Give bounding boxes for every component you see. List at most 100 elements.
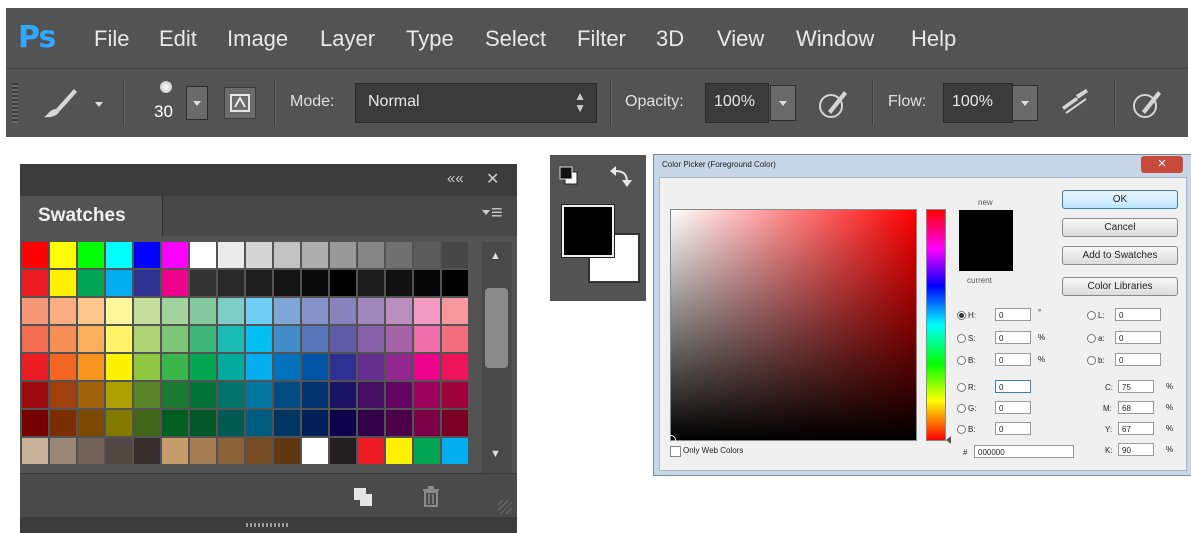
- swatch[interactable]: [302, 326, 328, 352]
- swap-colors-icon[interactable]: [608, 163, 634, 189]
- brush-size-dropdown[interactable]: [186, 86, 208, 120]
- swatch[interactable]: [442, 438, 468, 464]
- swatch[interactable]: [50, 298, 76, 324]
- g-input[interactable]: 0: [995, 401, 1031, 414]
- swatch[interactable]: [50, 326, 76, 352]
- radio-l[interactable]: [1087, 311, 1096, 320]
- swatch[interactable]: [302, 298, 328, 324]
- c-input[interactable]: 75: [1118, 380, 1154, 393]
- swatch[interactable]: [106, 410, 132, 436]
- swatch[interactable]: [218, 242, 244, 268]
- dock-grip[interactable]: [246, 523, 290, 527]
- swatch[interactable]: [358, 382, 384, 408]
- swatch[interactable]: [330, 326, 356, 352]
- opacity-dropdown[interactable]: [770, 85, 796, 121]
- mode-select[interactable]: Normal ▲ ▼: [355, 83, 597, 123]
- m-input[interactable]: 68: [1118, 401, 1154, 414]
- add-to-swatches-button[interactable]: Add to Swatches: [1062, 246, 1178, 265]
- swatch[interactable]: [274, 242, 300, 268]
- swatch[interactable]: [78, 326, 104, 352]
- swatch[interactable]: [218, 438, 244, 464]
- y-input[interactable]: 67: [1118, 422, 1154, 435]
- swatch[interactable]: [246, 382, 272, 408]
- foreground-color-swatch[interactable]: [561, 204, 615, 258]
- swatch[interactable]: [218, 270, 244, 296]
- resize-grip-icon[interactable]: [498, 500, 512, 514]
- swatch[interactable]: [330, 438, 356, 464]
- menu-filter[interactable]: Filter: [577, 26, 626, 52]
- swatch[interactable]: [442, 242, 468, 268]
- swatch[interactable]: [218, 298, 244, 324]
- swatch[interactable]: [442, 270, 468, 296]
- k-input[interactable]: 90: [1118, 443, 1154, 456]
- swatch[interactable]: [190, 438, 216, 464]
- swatch[interactable]: [386, 270, 412, 296]
- swatch[interactable]: [274, 298, 300, 324]
- default-colors-icon[interactable]: [558, 165, 580, 187]
- swatch[interactable]: [386, 438, 412, 464]
- radio-lab-b[interactable]: [1087, 356, 1096, 365]
- swatch[interactable]: [190, 298, 216, 324]
- swatch[interactable]: [386, 326, 412, 352]
- swatch[interactable]: [274, 438, 300, 464]
- swatch[interactable]: [442, 354, 468, 380]
- swatch[interactable]: [134, 326, 160, 352]
- swatch[interactable]: [190, 410, 216, 436]
- flow-dropdown[interactable]: [1012, 85, 1038, 121]
- swatch[interactable]: [106, 382, 132, 408]
- swatch[interactable]: [134, 410, 160, 436]
- swatch[interactable]: [414, 382, 440, 408]
- swatch[interactable]: [414, 298, 440, 324]
- swatch[interactable]: [22, 242, 48, 268]
- swatch[interactable]: [50, 382, 76, 408]
- radio-a[interactable]: [1087, 334, 1096, 343]
- swatch[interactable]: [386, 410, 412, 436]
- swatch[interactable]: [50, 270, 76, 296]
- menu-3d[interactable]: 3D: [656, 26, 684, 52]
- swatch[interactable]: [106, 354, 132, 380]
- menu-image[interactable]: Image: [227, 26, 288, 52]
- brush-panel-toggle[interactable]: [224, 87, 256, 119]
- s-input[interactable]: 0: [995, 331, 1031, 344]
- swatch[interactable]: [358, 298, 384, 324]
- scroll-down-icon[interactable]: ▼: [490, 448, 501, 460]
- swatch[interactable]: [414, 438, 440, 464]
- swatch[interactable]: [274, 410, 300, 436]
- radio-blue[interactable]: [957, 425, 966, 434]
- panel-menu-icon[interactable]: ≡: [482, 202, 508, 226]
- swatch[interactable]: [78, 410, 104, 436]
- swatch[interactable]: [78, 382, 104, 408]
- brush-size-picker[interactable]: 30: [138, 78, 208, 128]
- pressure-opacity-button[interactable]: [816, 85, 852, 121]
- swatch[interactable]: [22, 326, 48, 352]
- l-input[interactable]: 0: [1115, 308, 1161, 321]
- swatch[interactable]: [134, 242, 160, 268]
- menu-window[interactable]: Window: [796, 26, 874, 52]
- brush-tool-preset[interactable]: [40, 83, 110, 123]
- swatch[interactable]: [22, 410, 48, 436]
- lab-b-input[interactable]: 0: [1115, 353, 1161, 366]
- h-input[interactable]: 0: [995, 308, 1031, 321]
- cancel-button[interactable]: Cancel: [1062, 218, 1178, 237]
- color-libraries-button[interactable]: Color Libraries: [1062, 277, 1178, 296]
- swatch[interactable]: [386, 382, 412, 408]
- saturation-brightness-field[interactable]: [666, 209, 917, 445]
- swatch[interactable]: [274, 270, 300, 296]
- blue-input[interactable]: 0: [995, 422, 1031, 435]
- collapse-panel-icon[interactable]: ««: [447, 170, 464, 187]
- swatch[interactable]: [302, 242, 328, 268]
- new-swatch-icon[interactable]: [350, 484, 376, 510]
- radio-b[interactable]: [957, 356, 966, 365]
- menu-view[interactable]: View: [717, 26, 764, 52]
- radio-h[interactable]: [957, 311, 966, 320]
- options-bar-grip[interactable]: [12, 83, 18, 123]
- swatch[interactable]: [246, 410, 272, 436]
- swatch[interactable]: [386, 298, 412, 324]
- swatch[interactable]: [442, 298, 468, 324]
- swatch[interactable]: [190, 354, 216, 380]
- swatch[interactable]: [414, 326, 440, 352]
- swatch[interactable]: [106, 298, 132, 324]
- swatch[interactable]: [78, 242, 104, 268]
- swatch[interactable]: [22, 438, 48, 464]
- only-web-colors-checkbox[interactable]: [670, 446, 681, 457]
